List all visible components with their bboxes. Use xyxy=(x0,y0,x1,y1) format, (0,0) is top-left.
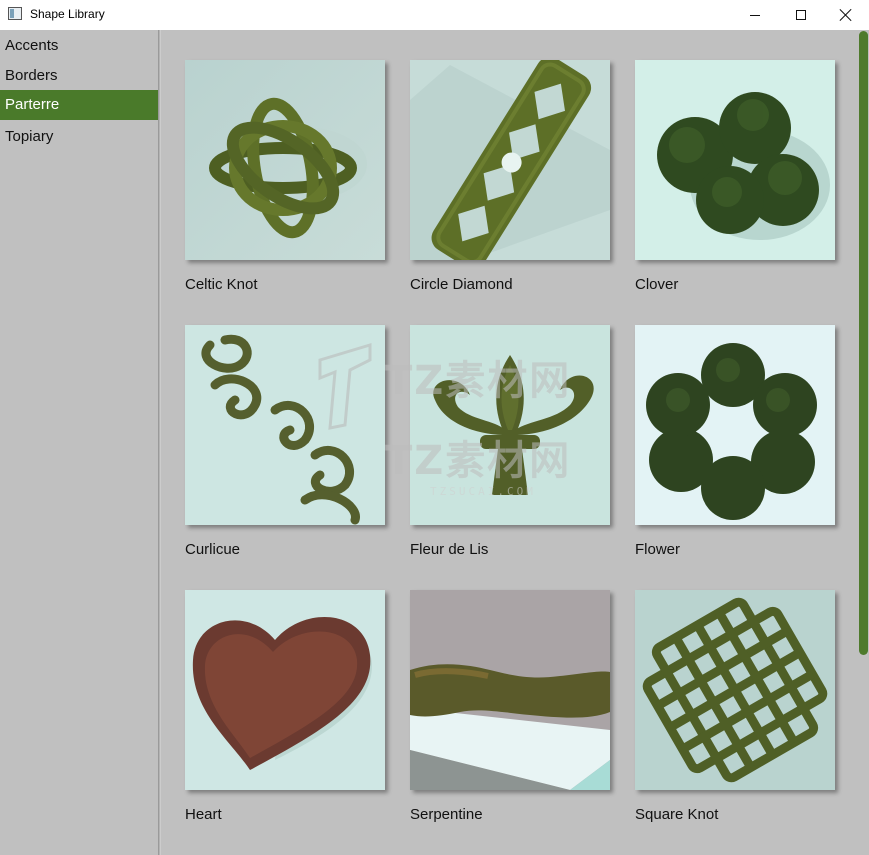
sidebar-item-borders[interactable]: Borders xyxy=(0,61,159,91)
curlicue-thumbnail xyxy=(185,325,385,525)
shape-label: Circle Diamond xyxy=(410,276,513,293)
shape-label: Heart xyxy=(185,806,222,823)
shape-card-serpentine[interactable]: Serpentine xyxy=(410,590,610,840)
shape-card-clover[interactable]: Clover xyxy=(635,60,835,310)
circle-diamond-thumbnail xyxy=(410,60,610,260)
close-button[interactable] xyxy=(823,0,869,30)
shape-label: Fleur de Lis xyxy=(410,541,489,558)
sidebar-item-topiary[interactable]: Topiary xyxy=(0,122,159,152)
celtic-knot-thumbnail xyxy=(185,60,385,260)
sidebar-item-parterre[interactable]: Parterre xyxy=(0,90,159,120)
window-title: Shape Library xyxy=(30,7,105,21)
shape-label: Clover xyxy=(635,276,679,293)
maximize-button[interactable] xyxy=(778,0,824,30)
shape-card-celtic-knot[interactable]: Celtic Knot xyxy=(185,60,385,310)
sidebar-item-accents[interactable]: Accents xyxy=(0,31,159,61)
minimize-button[interactable] xyxy=(732,0,778,30)
app-window-icon xyxy=(8,7,22,20)
fleur-de-lis-thumbnail xyxy=(410,325,610,525)
title-bar: Shape Library xyxy=(0,0,869,30)
shape-grid: Celtic Knot Circle Diamond Clover Curlic… xyxy=(161,30,858,855)
shape-label: Square Knot xyxy=(635,806,719,823)
maximize-icon xyxy=(796,10,806,20)
shape-card-heart[interactable]: Heart xyxy=(185,590,385,840)
scrollbar-thumb[interactable] xyxy=(859,31,868,655)
shape-label: Celtic Knot xyxy=(185,276,258,293)
shape-label: Serpentine xyxy=(410,806,483,823)
shape-card-fleur-de-lis[interactable]: Fleur de Lis xyxy=(410,325,610,575)
shape-card-circle-diamond[interactable]: Circle Diamond xyxy=(410,60,610,310)
shape-card-flower[interactable]: Flower xyxy=(635,325,835,575)
shape-label: Curlicue xyxy=(185,541,241,558)
vertical-scrollbar[interactable] xyxy=(858,30,869,855)
square-knot-thumbnail xyxy=(635,590,835,790)
flower-thumbnail xyxy=(635,325,835,525)
shape-card-square-knot[interactable]: Square Knot xyxy=(635,590,835,840)
category-sidebar: Accents Borders Parterre Topiary xyxy=(0,30,159,855)
shape-label: Flower xyxy=(635,541,681,558)
serpentine-thumbnail xyxy=(410,590,610,790)
minimize-icon xyxy=(750,14,760,16)
shape-library-window: Shape Library Accents Borders Parterre T… xyxy=(0,0,869,855)
shape-card-curlicue[interactable]: Curlicue xyxy=(185,325,385,575)
heart-thumbnail xyxy=(185,590,385,790)
clover-thumbnail xyxy=(635,60,835,260)
close-icon xyxy=(840,9,852,21)
